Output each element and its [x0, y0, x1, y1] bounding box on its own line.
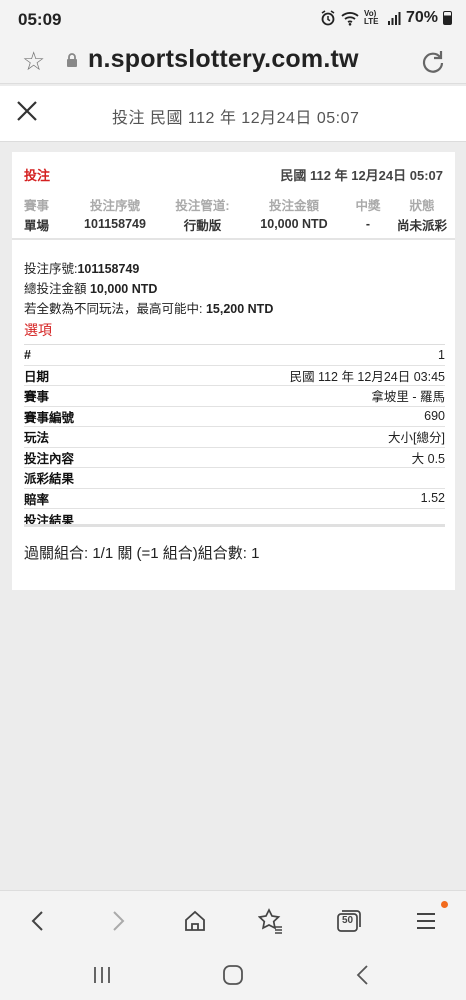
detail-row: 賽事編號 690	[24, 407, 445, 427]
max-win-line: 若全數為不同玩法，最高可能中: 15,200 NTD	[24, 299, 273, 319]
signal-icon	[387, 12, 401, 25]
home-button[interactable]	[179, 905, 211, 937]
detail-key: 日期	[24, 369, 50, 384]
detail-row: 賠率 1.52	[24, 489, 445, 509]
bookmarks-button[interactable]	[255, 905, 287, 937]
tabs-count: 50	[342, 915, 354, 926]
serial-line: 投注序號:101158749	[24, 259, 273, 279]
browser-url-bar: ☆ n.sportslottery.com.tw	[0, 40, 466, 84]
selection-details: #1 日期 民國 112 年 12月24日 03:45 賽事 拿坡里 - 羅馬 賽事…	[24, 344, 445, 530]
bookmark-list-icon	[258, 908, 282, 934]
detail-row: 派彩結果	[24, 468, 445, 489]
detail-row: 投注內容 大 0.5	[24, 448, 445, 468]
ticket-summary-table: 賽事 投注序號 投注管道: 投注金額 中獎 狀態 單場 101158749 行動…	[12, 194, 455, 234]
summary-value-row: 單場 101158749 行動版 10,000 NTD - 尚未派彩	[12, 214, 455, 234]
detail-value: 大 0.5	[411, 451, 445, 466]
detail-key: 賽事編號	[24, 410, 75, 425]
detail-key: 賠率	[24, 492, 50, 507]
detail-row: 玩法 大小[總分]	[24, 427, 445, 448]
notification-dot	[441, 901, 448, 908]
total-line: 總投注金額 10,000 NTD	[24, 279, 273, 299]
forward-button[interactable]	[102, 905, 134, 937]
summary-header-row: 賽事 投注序號 投注管道: 投注金額 中獎 狀態	[12, 194, 455, 214]
detail-key: 賽事	[24, 390, 50, 405]
max-win-value: 15,200 NTD	[205, 302, 274, 316]
detail-key: 投注內容	[24, 451, 75, 466]
browser-toolbar: 50	[0, 890, 466, 950]
summary-value: 101158749	[84, 217, 146, 231]
detail-key: 派彩結果	[24, 472, 75, 487]
max-win-label: 若全數為不同玩法，最高可能中:	[24, 302, 206, 316]
detail-key: #	[24, 347, 31, 362]
tabs-button[interactable]: 50	[333, 905, 365, 937]
menu-button[interactable]	[410, 905, 442, 937]
summary-header: 投注序號	[89, 198, 140, 213]
total-label: 總投注金額	[24, 282, 90, 296]
summary-value: 行動版	[183, 218, 222, 233]
wifi-icon	[341, 11, 359, 26]
summary-header: 投注金額	[268, 198, 319, 213]
serial-value: 101158749	[77, 262, 140, 276]
summary-header: 投注管道:	[175, 198, 230, 213]
detail-value: 大小[總分]	[388, 431, 445, 446]
summary-header: 中獎	[355, 198, 381, 213]
detail-row: #1	[24, 345, 445, 366]
detail-key: 玩法	[24, 431, 50, 446]
summary-value: 尚未派彩	[396, 218, 447, 233]
ticket-date: 民國 112 年 12月24日 05:07	[280, 168, 443, 183]
chevron-right-icon	[113, 911, 125, 931]
system-nav-bar	[0, 950, 466, 1000]
home-nav-icon[interactable]	[219, 962, 247, 988]
back-button[interactable]	[22, 905, 54, 937]
summary-header: 賽事	[24, 198, 50, 213]
total-value: 10,000 NTD	[89, 282, 158, 296]
bet-ticket-card: 投注 民國 112 年 12月24日 05:07 賽事 投注序號 投注管道: 投…	[12, 152, 455, 590]
back-nav-icon[interactable]	[350, 962, 378, 988]
bookmark-star-icon[interactable]: ☆	[22, 46, 45, 77]
page-title: 投注 民國 112 年 12月24日 05:07	[112, 110, 360, 127]
summary-header: 狀態	[409, 198, 435, 213]
summary-value: 10,000 NTD	[260, 217, 328, 231]
battery-percent: 70%	[405, 9, 438, 26]
detail-value: 拿坡里 - 羅馬	[371, 390, 445, 405]
home-icon	[185, 910, 205, 931]
ticket-label: 投注	[24, 168, 51, 183]
summary-value: -	[365, 217, 371, 231]
recent-apps-icon[interactable]	[88, 962, 116, 988]
serial-label: 投注序號:	[24, 262, 78, 276]
detail-row: 日期 民國 112 年 12月24日 03:45	[24, 366, 445, 386]
menu-icon	[417, 913, 435, 929]
ticket-header: 投注 民國 112 年 12月24日 05:07 賽事 投注序號 投注管道: 投…	[12, 152, 455, 240]
reload-icon[interactable]	[420, 49, 446, 75]
combination-summary: 過關組合: 1/1 關 (=1 組合)組合數: 1	[24, 545, 260, 562]
detail-row: 賽事 拿坡里 - 羅馬	[24, 386, 445, 407]
status-time: 05:09	[18, 10, 62, 29]
ticket-info: 投注序號:101158749 總投注金額 10,000 NTD 若全數為不同玩法…	[24, 259, 273, 319]
detail-value: 690	[424, 409, 445, 424]
detail-value: 1	[438, 347, 445, 362]
options-title: 選項	[24, 322, 52, 338]
status-icons: Vo) LTE 70%	[320, 9, 452, 27]
lock-icon	[67, 53, 77, 67]
summary-value: 單場	[24, 218, 50, 233]
close-icon[interactable]	[14, 98, 40, 124]
status-bar: 05:09 Vo) LTE 70%	[0, 0, 466, 40]
page-header: 投注 民國 112 年 12月24日 05:07	[0, 86, 466, 142]
detail-divider	[24, 524, 445, 527]
url-text[interactable]: n.sportslottery.com.tw	[88, 45, 408, 74]
lte-icon: Vo) LTE	[363, 9, 379, 26]
chevron-left-icon	[31, 911, 43, 931]
alarm-icon	[321, 10, 335, 26]
detail-value: 1.52	[420, 491, 445, 506]
detail-value: 民國 112 年 12月24日 03:45	[289, 369, 445, 384]
battery-icon	[443, 11, 452, 25]
